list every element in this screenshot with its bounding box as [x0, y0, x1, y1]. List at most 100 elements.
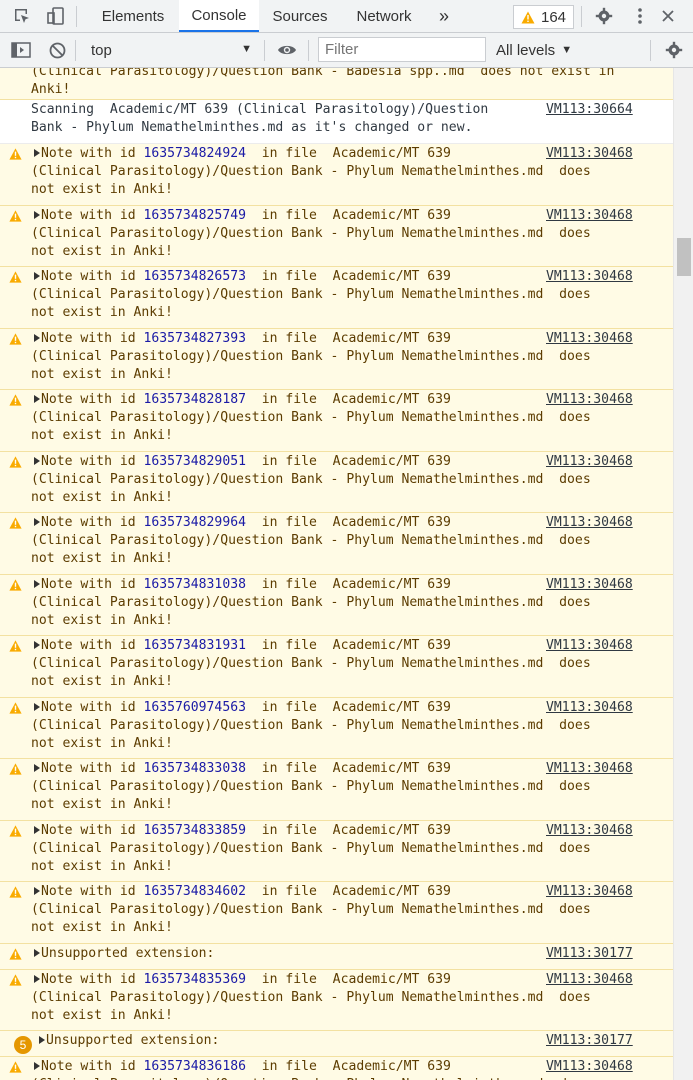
- expand-triangle-icon[interactable]: [34, 456, 40, 465]
- message-line: Bank - Phylum Nemathelminthes.md as it's…: [31, 120, 473, 135]
- warning-message: Note with id 1635734824924 in file Acade…: [0, 144, 673, 206]
- warning-icon: [9, 763, 22, 779]
- warning-message: Note with id 1635734828187 in file Acade…: [0, 390, 673, 452]
- log-levels-dropdown[interactable]: All levels ▼: [496, 33, 572, 67]
- more-tabs-chevron-icon[interactable]: »: [432, 0, 456, 32]
- note-prefix: Note with id: [41, 761, 144, 776]
- expand-triangle-icon[interactable]: [34, 518, 40, 526]
- source-link[interactable]: VM113:30177: [546, 945, 633, 963]
- repeat-count-badge: 5: [14, 1036, 32, 1054]
- note-line: not exist in Anki!: [31, 305, 173, 320]
- warning-icon: [9, 973, 22, 990]
- source-link[interactable]: VM113:30468: [546, 453, 633, 471]
- divider: [581, 6, 582, 27]
- warning-message: 5 Unsupported extension: VM113:30177: [0, 1031, 673, 1057]
- expand-triangle-icon[interactable]: [34, 702, 40, 711]
- message-line: (Clinical Parasitology)/Question Bank - …: [31, 68, 615, 79]
- note-prefix: Note with id: [41, 576, 144, 592]
- message-line: Scanning Academic/MT 639 (Clinical Paras…: [31, 102, 489, 117]
- console-toolbar: top ▼ All levels ▼: [0, 33, 693, 68]
- message-line: Anki!: [31, 82, 71, 97]
- source-link[interactable]: VM113:30468: [546, 145, 633, 163]
- note-id: 1635734826573: [143, 269, 246, 284]
- note-file: in file Academic/MT 639: [245, 392, 451, 407]
- warning-icon: [9, 640, 22, 656]
- source-link[interactable]: VM113:30468: [546, 971, 633, 989]
- note-line: not exist in Anki!: [31, 858, 173, 874]
- note-line: (Clinical Parasitology)/Question Bank - …: [31, 989, 591, 1005]
- note-line: not exist in Anki!: [31, 551, 173, 566]
- source-link[interactable]: VM113:30468: [546, 391, 633, 409]
- dropdown-arrow-icon: ▼: [241, 43, 252, 55]
- note-line: not exist in Anki!: [31, 243, 173, 259]
- source-link[interactable]: VM113:30468: [546, 637, 633, 655]
- tab-elements[interactable]: Elements: [88, 0, 178, 32]
- divider: [650, 40, 651, 61]
- source-link[interactable]: VM113:30468: [546, 330, 633, 348]
- source-link[interactable]: VM113:30468: [546, 576, 633, 594]
- sidebar-toggle-icon[interactable]: [9, 33, 33, 67]
- divider: [76, 6, 77, 27]
- tab-network[interactable]: Network: [341, 0, 427, 32]
- source-link[interactable]: VM113:30468: [546, 699, 633, 717]
- source-link[interactable]: VM113:30468: [546, 760, 633, 778]
- gear-icon[interactable]: [592, 0, 616, 32]
- filter-input[interactable]: [318, 37, 486, 62]
- expand-triangle-icon[interactable]: [34, 641, 40, 649]
- scrollbar-thumb[interactable]: [677, 238, 691, 276]
- device-toolbar-icon[interactable]: [44, 0, 68, 32]
- expand-triangle-icon[interactable]: [34, 825, 40, 834]
- warning-message: Note with id 1635734834602 in file Acade…: [0, 882, 673, 944]
- expand-triangle-icon[interactable]: [34, 395, 40, 403]
- source-link[interactable]: VM113:30468: [546, 268, 633, 286]
- expand-triangle-icon[interactable]: [34, 579, 40, 588]
- note-id: 1635734831038: [143, 576, 246, 592]
- more-options-icon[interactable]: [628, 0, 652, 32]
- note-line: not exist in Anki!: [31, 920, 173, 935]
- close-icon[interactable]: [656, 0, 680, 32]
- expand-triangle-icon[interactable]: [34, 887, 40, 895]
- note-line: (Clinical Parasitology)/Question Bank - …: [31, 164, 591, 179]
- expand-triangle-icon[interactable]: [34, 210, 40, 219]
- expand-triangle-icon[interactable]: [34, 272, 40, 280]
- note-file: in file Academic/MT 639: [245, 1059, 451, 1074]
- expand-triangle-icon[interactable]: [39, 1036, 45, 1044]
- expand-triangle-icon[interactable]: [34, 764, 40, 772]
- note-id: 1635734829051: [143, 453, 246, 469]
- clear-console-icon[interactable]: [45, 33, 69, 67]
- console-settings-gear-icon[interactable]: [662, 33, 686, 67]
- note-prefix: Note with id: [41, 269, 144, 284]
- context-selector[interactable]: top ▼: [82, 33, 254, 67]
- log-levels-label: All levels: [496, 41, 556, 59]
- expand-triangle-icon[interactable]: [34, 974, 40, 983]
- expand-triangle-icon[interactable]: [34, 1062, 40, 1070]
- note-file: in file Academic/MT 639: [245, 884, 451, 899]
- note-line: (Clinical Parasitology)/Question Bank - …: [31, 717, 591, 733]
- source-link[interactable]: VM113:30468: [546, 1058, 633, 1076]
- note-id: 1635734833859: [143, 822, 246, 838]
- source-link[interactable]: VM113:30468: [546, 883, 633, 901]
- eye-icon[interactable]: [275, 33, 299, 67]
- note-id: 1635734835369: [143, 971, 246, 987]
- note-id: 1635734827393: [143, 330, 246, 346]
- source-link[interactable]: VM113:30177: [546, 1032, 633, 1050]
- tab-sources[interactable]: Sources: [260, 0, 340, 32]
- expand-triangle-icon[interactable]: [34, 948, 40, 957]
- note-line: (Clinical Parasitology)/Question Bank - …: [31, 348, 591, 364]
- warning-message: (Clinical Parasitology)/Question Bank - …: [0, 68, 673, 100]
- tab-console[interactable]: Console: [179, 0, 259, 32]
- note-file: in file Academic/MT 639: [245, 453, 451, 469]
- inspect-element-icon[interactable]: [10, 0, 34, 32]
- devtools-tab-bar: Elements Console Sources Network » 164: [0, 0, 693, 33]
- log-message: Scanning Academic/MT 639 (Clinical Paras…: [0, 100, 673, 144]
- source-link[interactable]: VM113:30664: [546, 101, 633, 119]
- expand-triangle-icon[interactable]: [34, 149, 40, 157]
- expand-triangle-icon[interactable]: [34, 333, 40, 342]
- source-link[interactable]: VM113:30468: [546, 207, 633, 225]
- note-prefix: Note with id: [41, 1059, 144, 1074]
- warning-icon: [9, 271, 22, 287]
- warnings-counter[interactable]: 164: [513, 5, 574, 29]
- scrollbar[interactable]: [673, 68, 693, 1080]
- source-link[interactable]: VM113:30468: [546, 514, 633, 532]
- source-link[interactable]: VM113:30468: [546, 822, 633, 840]
